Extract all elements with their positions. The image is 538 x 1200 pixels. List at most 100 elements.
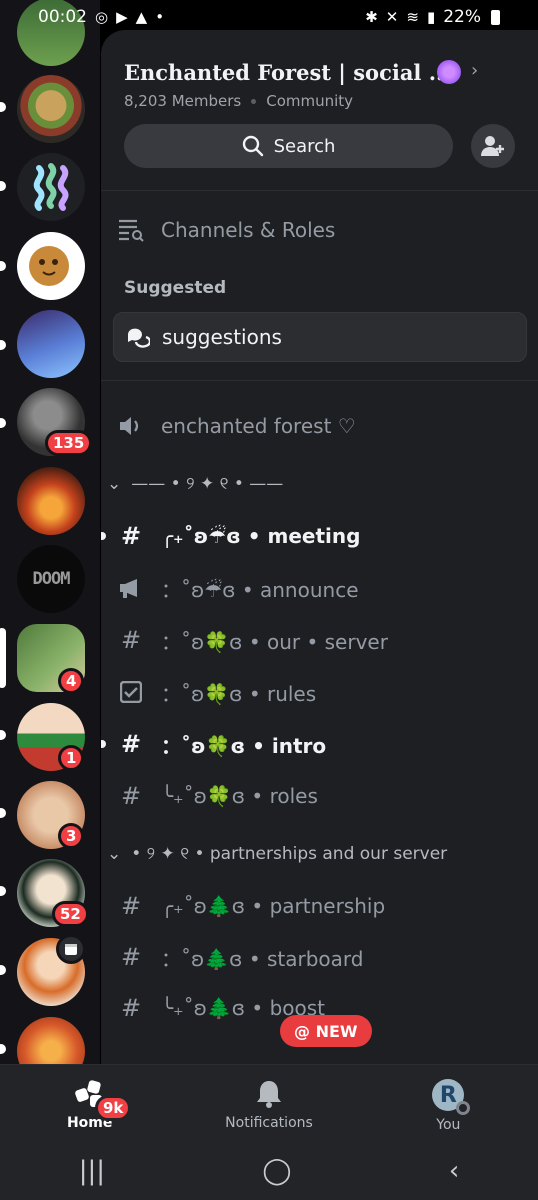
search-button[interactable]: Search: [124, 124, 453, 168]
tab-notifications[interactable]: Notifications: [179, 1065, 358, 1142]
megaphone-icon: [101, 578, 161, 598]
suggested-channel[interactable]: suggestions: [113, 312, 527, 362]
system-nav-bar: ||| ◯ ‹: [0, 1142, 538, 1200]
status-offline-icon: [456, 1101, 471, 1115]
tab-you-label: You: [436, 1117, 461, 1133]
wifi-icon: ≋: [406, 8, 419, 26]
channels-roles-label: Channels & Roles: [161, 218, 336, 242]
mention-badge: 135: [45, 430, 93, 456]
hashtag-icon: #: [120, 782, 142, 810]
mute-icon: ✕: [385, 8, 399, 26]
home-notification-badge: 9k: [95, 1095, 132, 1121]
text-channel[interactable]: # ：˚ʚ🌲ɞ • starboard: [101, 939, 538, 975]
channel-name: ：˚ʚ☔ɞ • announce: [161, 577, 359, 602]
rules-channel[interactable]: ：˚ʚ🍀ɞ • rules: [101, 674, 538, 710]
text-channel[interactable]: # ：˚ʚ🍀ɞ • our • server: [101, 622, 538, 658]
channel-name: ：˚ʚ🍀ɞ • our • server: [161, 629, 388, 654]
chevron-right-icon[interactable]: ›: [471, 60, 478, 81]
search-icon: [242, 135, 263, 157]
channel-name: ╰₊˚ʚ🍀ɞ • roles: [161, 784, 318, 808]
avatar-letter: R: [439, 1082, 457, 1108]
unread-indicator: [0, 886, 6, 896]
tab-home[interactable]: Home 9k: [0, 1065, 179, 1142]
dot-icon: •: [155, 8, 165, 26]
unread-indicator: [0, 965, 6, 975]
server-type: Community: [266, 92, 354, 110]
hashtag-icon: #: [120, 522, 142, 550]
home-circle-icon[interactable]: ◯: [262, 1156, 291, 1186]
text-channel[interactable]: # ：˚ʚ🍀ɞ • intro: [101, 726, 538, 762]
text-channel[interactable]: # ╰₊˚ʚ🍀ɞ • roles: [101, 778, 538, 814]
back-icon[interactable]: ‹: [449, 1156, 459, 1186]
tab-notifications-label: Notifications: [225, 1115, 313, 1131]
channel-name: ╭₊˚ʚ☔ɞ • meeting: [161, 524, 361, 548]
hashtag-icon: #: [120, 626, 142, 654]
divider: [101, 380, 538, 381]
bottom-tab-bar: Home 9k Notifications R You: [0, 1064, 538, 1142]
category-name: • ୨ ✦ ୧ • partnerships and our server: [131, 844, 448, 864]
clock: 00:02: [38, 7, 87, 27]
unread-indicator: [0, 730, 6, 740]
user-avatar: R: [432, 1079, 471, 1115]
server-icon-4[interactable]: [17, 232, 85, 300]
channel-panel: Enchanted Forest | social ... › 8,203 Me…: [101, 30, 538, 1064]
server-icon-8[interactable]: DOOM: [17, 545, 85, 613]
server-icon-5[interactable]: [17, 310, 85, 378]
add-user-icon: [481, 136, 504, 156]
battery-percent: 22%: [443, 7, 481, 27]
text-channel[interactable]: # ╭₊˚ʚ🌲ɞ • partnership: [101, 888, 538, 924]
voice-channel-name: enchanted forest ♡: [161, 414, 356, 438]
category-header-2[interactable]: ⌄ • ୨ ✦ ୧ • partnerships and our server: [107, 844, 447, 864]
invite-members-button[interactable]: [471, 124, 515, 168]
selected-server-indicator: [0, 628, 6, 688]
channel-name: ╭₊˚ʚ🌲ɞ • partnership: [161, 894, 386, 918]
unread-indicator: [0, 1044, 6, 1054]
server-icon-3[interactable]: [17, 153, 85, 221]
channel-name: ：˚ʚ🌲ɞ • starboard: [161, 946, 364, 971]
mention-badge: 3: [58, 823, 85, 849]
server-icon-2[interactable]: [17, 75, 85, 143]
rules-checkbox-icon: [101, 681, 161, 703]
channels-roles-item[interactable]: Channels & Roles: [101, 212, 538, 248]
forum-icon: [127, 328, 150, 348]
divider: [101, 190, 538, 191]
category-header-1[interactable]: ⌄ —— • ୨ ✦ ୧ • ——: [107, 474, 283, 494]
text-channel[interactable]: # ╭₊˚ʚ☔ɞ • meeting: [101, 518, 538, 554]
announcement-channel[interactable]: ：˚ʚ☔ɞ • announce: [101, 570, 538, 606]
category-name: —— • ୨ ✦ ୧ • ——: [131, 474, 284, 494]
server-icon-14[interactable]: [17, 1017, 85, 1064]
unread-indicator: [0, 808, 6, 818]
server-name[interactable]: Enchanted Forest | social ...: [124, 60, 451, 85]
unread-indicator: [0, 418, 6, 428]
signal-icon: ▮: [426, 8, 436, 26]
mention-badge: 1: [58, 745, 85, 771]
unread-indicator: [0, 102, 6, 112]
server-meta: 8,203 Members Community: [124, 92, 353, 110]
server-icon-7[interactable]: [17, 467, 85, 535]
hashtag-icon: #: [120, 943, 142, 971]
speaker-icon: [101, 415, 161, 437]
recents-icon[interactable]: |||: [79, 1156, 105, 1186]
bluetooth-icon: ✱: [365, 8, 378, 26]
channel-list-icon: [101, 218, 161, 242]
youtube-icon: ▶: [116, 8, 128, 26]
battery-icon: [491, 9, 500, 25]
new-mentions-pill[interactable]: @ NEW: [280, 1015, 372, 1047]
hashtag-icon: #: [120, 730, 142, 758]
member-count: 8,203 Members: [124, 92, 242, 110]
chevron-down-icon: ⌄: [107, 474, 122, 494]
voice-channel[interactable]: enchanted forest ♡: [101, 408, 538, 444]
status-bar: 00:02 ◎ ▶ ▲ • ✱ ✕ ≋ ▮ 22%: [0, 0, 538, 34]
hashtag-icon: #: [120, 892, 142, 920]
channel-name: ：˚ʚ🍀ɞ • rules: [161, 681, 317, 706]
mention-badge: 52: [52, 901, 89, 927]
mention-badge: 4: [58, 668, 85, 694]
suggested-heading: Suggested: [124, 278, 227, 298]
boost-badge-icon: [437, 60, 461, 84]
tab-you[interactable]: R You: [359, 1065, 538, 1142]
search-label: Search: [273, 135, 336, 157]
server-rail: 135 DOOM 4 1 3 52: [0, 0, 100, 1064]
unread-indicator: [0, 261, 6, 271]
suggested-channel-name: suggestions: [162, 325, 282, 349]
whatsapp-icon: ◎: [95, 8, 109, 26]
